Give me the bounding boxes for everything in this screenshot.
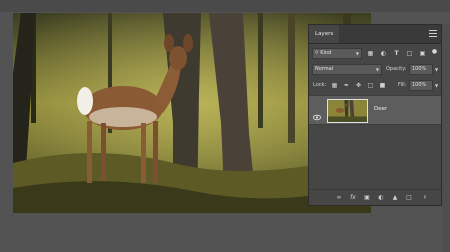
chevron-down-icon: ▼ [375,67,379,72]
layer-row-deer[interactable]: Deer [309,95,441,125]
fill-field[interactable]: 100% [409,80,433,91]
options-bar-edge [0,0,450,12]
blend-mode-value: Normal [315,66,334,72]
layer-thumbnail [327,99,368,123]
image-filter-icon[interactable]: ▦ [367,50,374,57]
fill-label: Fill: [398,82,407,88]
filter-row: ⚲ Kind ▼ ▦ ◐ T □ ▣ ● [309,47,441,59]
visibility-eye-icon[interactable] [313,106,321,121]
layers-panel: Layers ⚲ Kind ▼ ▦ ◐ T □ ▣ ● Normal ▼ Opa… [308,24,442,206]
adjustment-layer-icon[interactable]: ◐ [377,194,385,202]
filter-kind-value: Kind [320,50,332,56]
shape-filter-icon[interactable]: □ [406,50,413,57]
filter-toggle-icon[interactable]: ● [431,48,438,55]
tab-layers[interactable]: Layers [309,25,340,43]
layer-style-fx-icon[interactable]: fx [349,194,357,202]
new-layer-icon[interactable]: □ [405,194,413,202]
chevron-down-icon: ▼ [355,51,359,56]
blend-row: Normal ▼ Opacity: 100% ▼ [309,63,441,75]
lock-all-icon[interactable]: ■ [379,82,386,89]
add-mask-icon[interactable]: ▣ [363,194,371,202]
adjustment-filter-icon[interactable]: ◐ [380,50,387,57]
lock-image-pixels-icon[interactable]: ✒ [343,82,350,89]
link-layers-icon[interactable]: ∞ [335,194,343,202]
lock-artboard-icon[interactable]: □ [367,82,374,89]
opacity-value: 100% [412,66,427,72]
lock-row: Lock: ▦ ✒ ✥ □ ■ Fill: 100% ▼ [309,79,441,91]
panel-menu-icon[interactable] [429,30,437,37]
lock-transparent-pixels-icon[interactable]: ▦ [331,82,338,89]
type-filter-icon[interactable]: T [393,50,400,57]
filter-kind-select[interactable]: ⚲ Kind ▼ [312,48,362,59]
delete-layer-icon[interactable]: ☓ [421,194,429,202]
smart-object-filter-icon[interactable]: ▣ [419,50,426,57]
panel-tab-bar: Layers [309,25,441,44]
opacity-chevron-icon[interactable]: ▼ [433,66,440,73]
opacity-label: Opacity: [386,66,407,72]
fill-chevron-icon[interactable]: ▼ [433,82,440,89]
opacity-field[interactable]: 100% [409,64,433,75]
blend-mode-select[interactable]: Normal ▼ [312,64,382,75]
new-group-icon[interactable]: ▲ [391,194,399,202]
layers-panel-footer: ∞ fx ▣ ◐ ▲ □ ☓ [309,189,441,205]
search-icon: ⚲ [315,50,319,56]
lock-label: Lock: [313,82,327,88]
layer-name: Deer [374,106,388,112]
panel-dock-edge [442,24,450,252]
lock-position-icon[interactable]: ✥ [355,82,362,89]
fill-value: 100% [412,82,427,88]
